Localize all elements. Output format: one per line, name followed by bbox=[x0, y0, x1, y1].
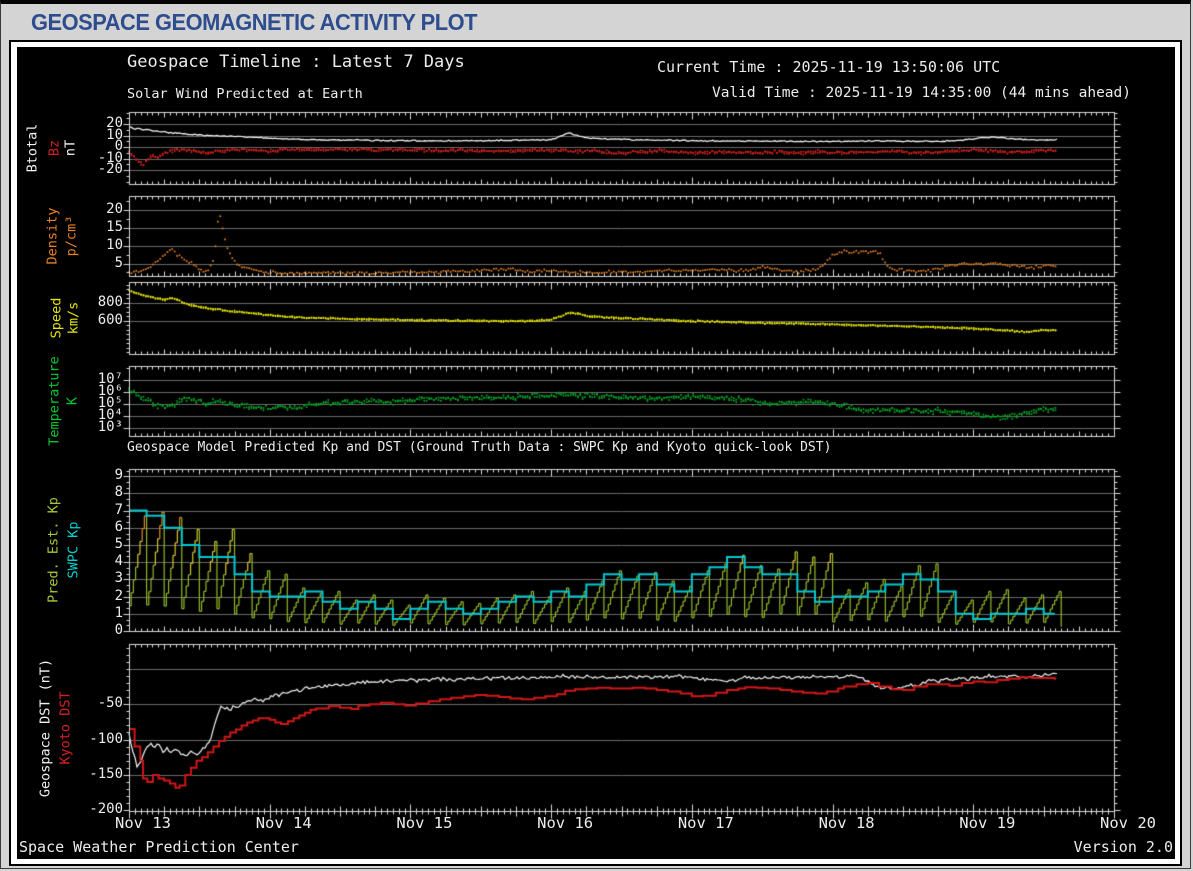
page-title: GEOSPACE GEOMAGNETIC ACTIVITY PLOT bbox=[31, 8, 477, 35]
temperature-axis-label: Temperature bbox=[46, 356, 63, 446]
temperature-ytick-label: 10³ bbox=[97, 418, 123, 435]
xaxis-date-label: Nov 20 bbox=[1100, 814, 1156, 832]
density-ytick-label: 20 bbox=[106, 201, 123, 218]
xaxis-date-label: Nov 18 bbox=[818, 814, 875, 832]
speed-axis-label: km/s bbox=[65, 301, 82, 335]
xaxis-date-label: Nov 14 bbox=[255, 814, 312, 832]
plot-title: Geospace Timeline : Latest 7 Days bbox=[127, 52, 465, 72]
xaxis-date-label: Nov 19 bbox=[959, 814, 1016, 832]
kp-ytick-label: 1 bbox=[114, 604, 123, 621]
density-ytick-label: 5 bbox=[114, 254, 123, 271]
bfield-axis-label: Bz bbox=[46, 139, 63, 157]
plot-frame: Geospace Timeline : Latest 7 Days Curren… bbox=[9, 40, 1182, 866]
dst-axis-label: Geospace DST (nT) bbox=[37, 658, 54, 797]
plot-area: Geospace Timeline : Latest 7 Days Curren… bbox=[17, 47, 1175, 859]
current-time-label: Current Time : 2025-11-19 13:50:06 UTC bbox=[657, 58, 1001, 76]
bfield-axis-label: nT bbox=[62, 139, 79, 157]
bfield-axis-label: Btotal bbox=[24, 123, 41, 173]
kp-ytick-label: 8 bbox=[114, 484, 123, 501]
dst-ytick-label: -150 bbox=[89, 765, 123, 782]
page: GEOSPACE GEOMAGNETIC ACTIVITY PLOT Geosp… bbox=[0, 0, 1191, 869]
kp-ytick-label: 0 bbox=[114, 622, 123, 638]
density-axis-label: p/cm³ bbox=[63, 215, 80, 257]
subtitle-model-kp-dst: Geospace Model Predicted Kp and DST (Gro… bbox=[127, 440, 832, 455]
app-header: GEOSPACE GEOMAGNETIC ACTIVITY PLOT bbox=[1, 4, 1190, 40]
footer-version: Version 2.0 bbox=[1073, 838, 1173, 856]
temperature-axis-label: K bbox=[64, 396, 81, 406]
valid-time-label: Valid Time : 2025-11-19 14:35:00 (44 min… bbox=[711, 85, 1131, 101]
dst-axis-label: Kyoto DST bbox=[57, 690, 74, 765]
kp-axis-label: Pred. Est. Kp bbox=[45, 497, 62, 603]
speed-axis-label: Speed bbox=[48, 297, 65, 339]
xaxis-date-label: Nov 15 bbox=[396, 814, 453, 832]
xaxis-date-label: Nov 16 bbox=[537, 814, 594, 832]
subtitle-solar-wind: Solar Wind Predicted at Earth bbox=[127, 86, 363, 102]
density-axis-label: Density bbox=[44, 207, 61, 265]
kp-ytick-label: 2 bbox=[114, 587, 123, 604]
kp-ytick-label: 9 bbox=[114, 467, 123, 484]
xaxis-date-label: Nov 17 bbox=[677, 814, 734, 832]
xaxis-date-label: Nov 13 bbox=[115, 814, 171, 832]
footer-source: Space Weather Prediction Center bbox=[19, 838, 299, 856]
kp-ytick-label: 7 bbox=[114, 501, 123, 518]
dst-ytick-label: -200 bbox=[89, 801, 123, 818]
kp-axis-label: SWPC Kp bbox=[65, 521, 82, 579]
